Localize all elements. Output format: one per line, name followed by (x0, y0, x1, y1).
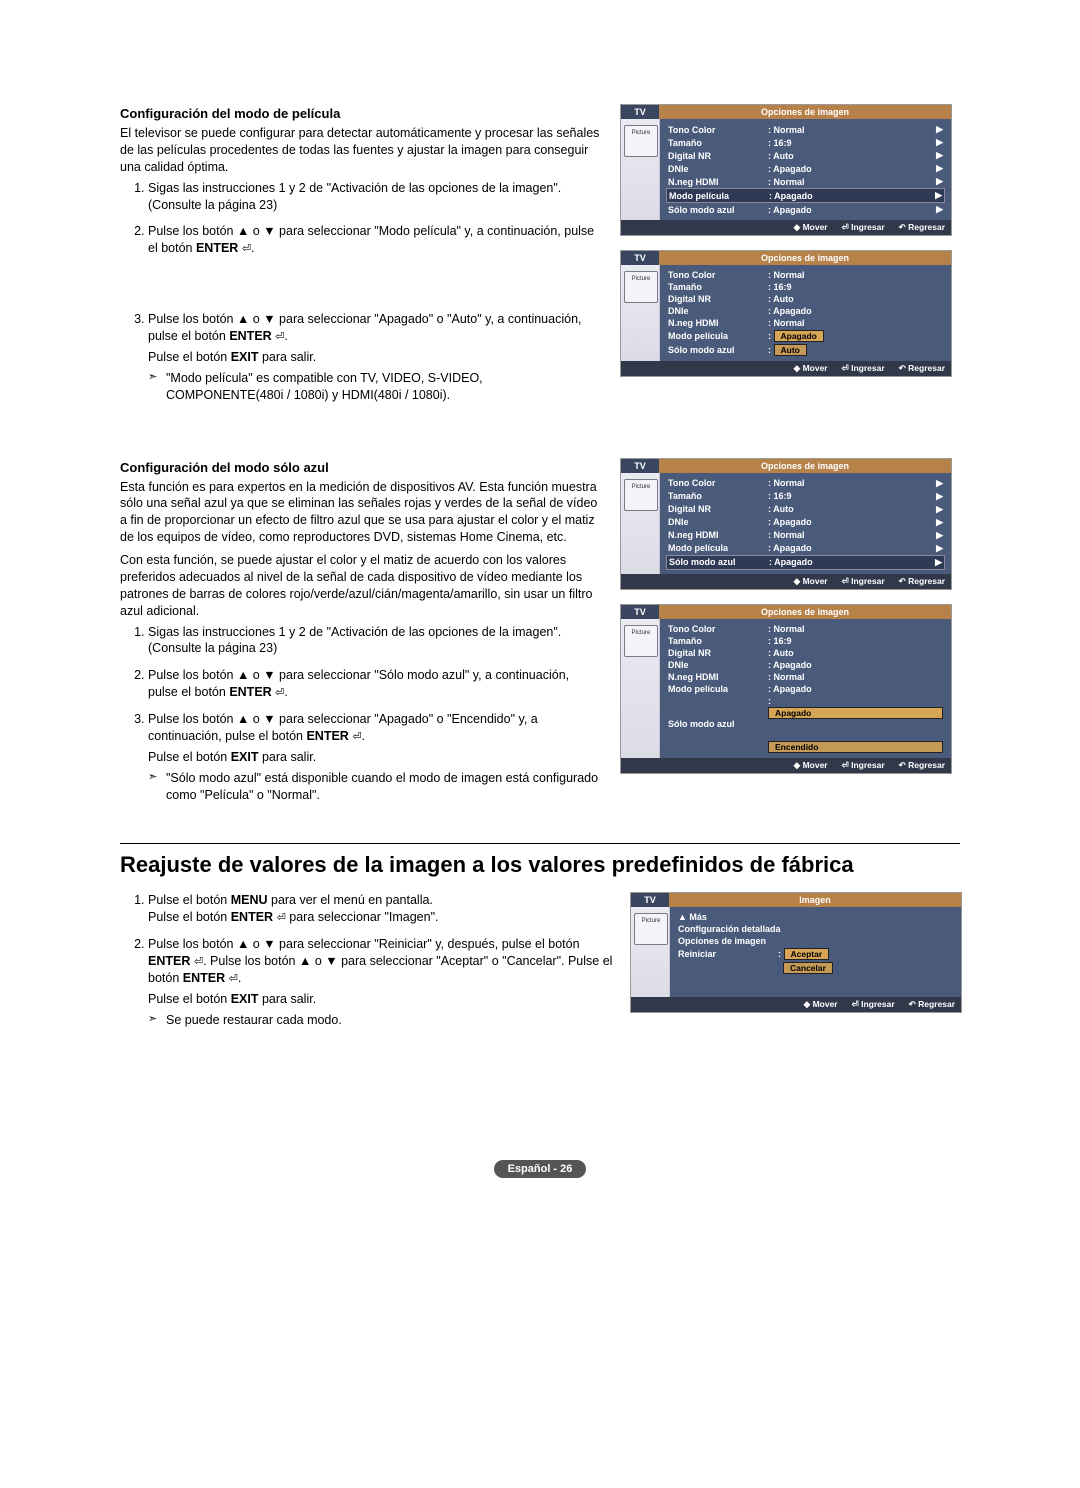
section3-step1: Pulse el botón MENU para ver el menú en … (148, 892, 620, 926)
section3-note: Se puede restaurar cada modo. (148, 1012, 620, 1029)
section1-step1: Sigas las instrucciones 1 y 2 de "Activa… (148, 180, 600, 214)
page-footer: Español - 26 (120, 1159, 960, 1178)
section2-step3: Pulse los botón ▲ o ▼ para seleccionar "… (148, 711, 600, 803)
section2-step1: Sigas las instrucciones 1 y 2 de "Activa… (148, 624, 600, 658)
section1-title: Configuración del modo de película (120, 106, 600, 121)
enter-icon (352, 729, 361, 743)
section1-note: "Modo película" es compatible con TV, VI… (148, 370, 600, 404)
section1-step3: Pulse los botón ▲ o ▼ para seleccionar "… (148, 311, 600, 403)
section2-step2: Pulse los botón ▲ o ▼ para seleccionar "… (148, 667, 600, 701)
section2-intro1: Esta función es para expertos en la medi… (120, 479, 600, 547)
enter-icon (194, 954, 203, 968)
section2-note: "Sólo modo azul" está disponible cuando … (148, 770, 600, 804)
osd-reset: TVImagen Picture ▲ Más Configuración det… (630, 892, 962, 1013)
section1-intro: El televisor se puede configurar para de… (120, 125, 600, 176)
enter-icon (229, 971, 238, 985)
section2-title: Configuración del modo sólo azul (120, 460, 600, 475)
enter-icon (277, 910, 286, 924)
osd-film-mode-1: TVOpciones de imagen Picture Tono Color:… (620, 104, 952, 236)
enter-icon (242, 241, 251, 255)
enter-icon (275, 685, 284, 699)
osd-film-mode-2: TVOpciones de imagen Picture Tono Color:… (620, 250, 952, 377)
osd-blue-mode-2: TVOpciones de imagen Picture Tono Color:… (620, 604, 952, 774)
section3-title: Reajuste de valores de la imagen a los v… (120, 843, 960, 878)
section1-step2: Pulse los botón ▲ o ▼ para seleccionar "… (148, 223, 600, 257)
section3-step2: Pulse los botón ▲ o ▼ para seleccionar "… (148, 936, 620, 1028)
osd-blue-mode-1: TVOpciones de imagen Picture Tono Color:… (620, 458, 952, 590)
section2-intro2: Con esta función, se puede ajustar el co… (120, 552, 600, 620)
enter-icon (275, 329, 284, 343)
